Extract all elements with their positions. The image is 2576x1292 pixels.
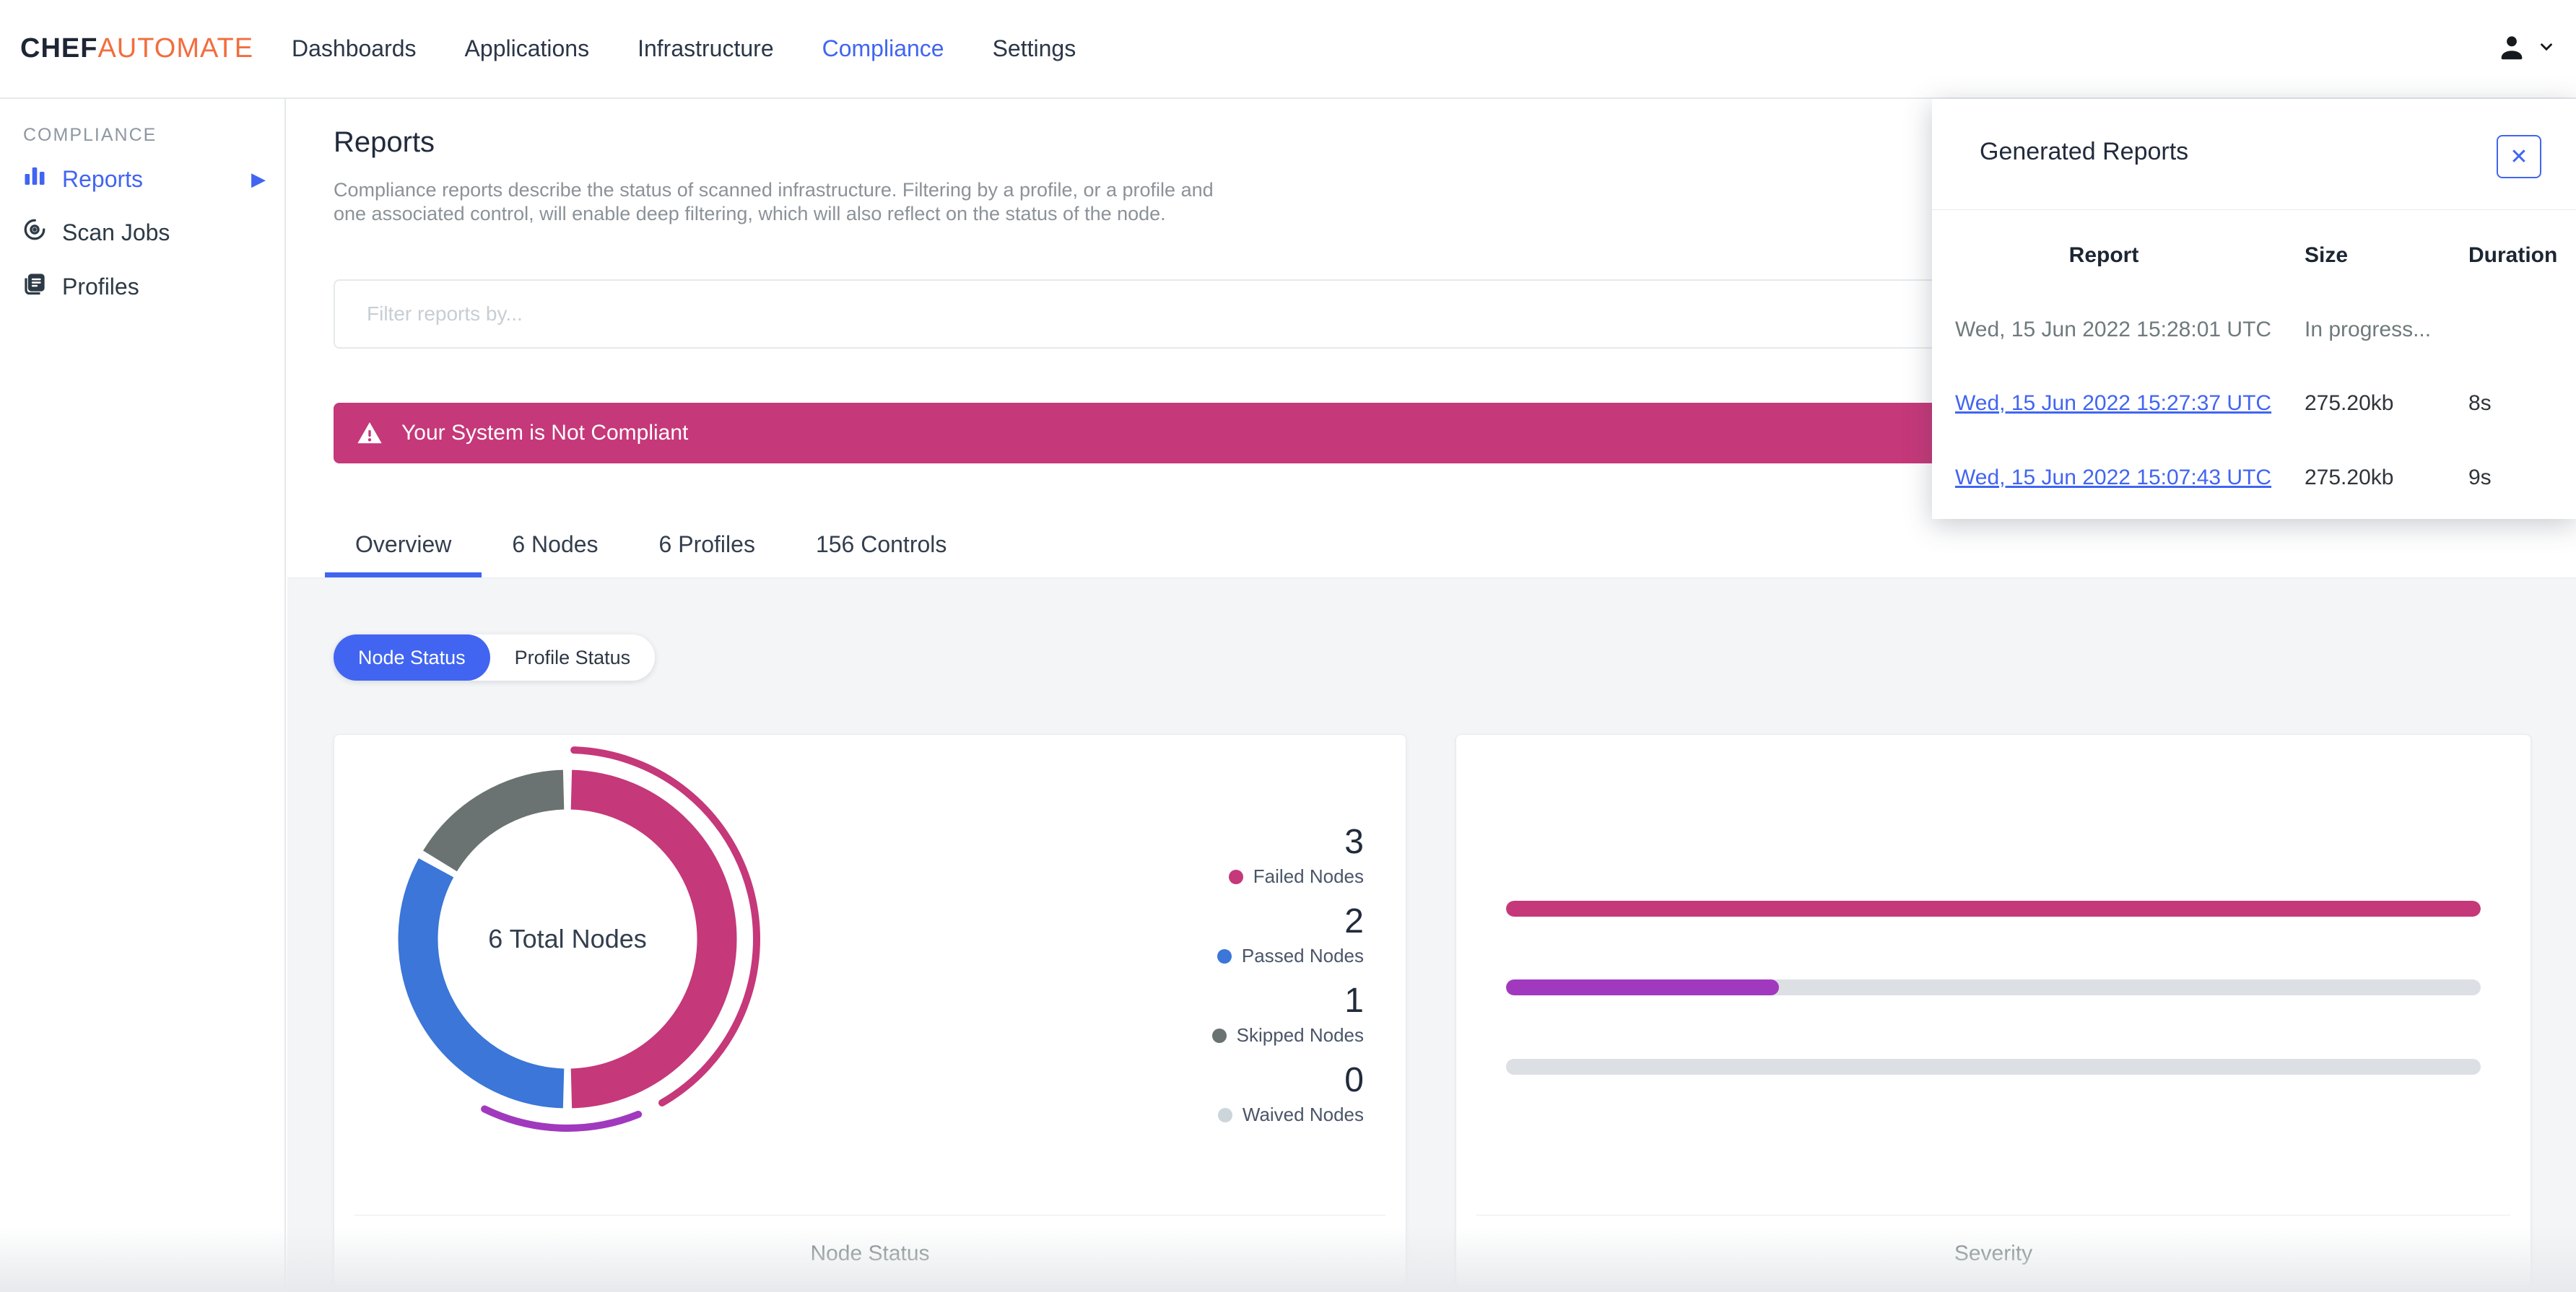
node-status-card: 6 Total Nodes 3 Failed Nodes 2 Passed No…: [334, 734, 1406, 1286]
report-size: 275.20kb: [2305, 466, 2394, 489]
tab-controls[interactable]: 156 Controls: [786, 511, 977, 577]
waived-count: 0: [1344, 1061, 1364, 1099]
tab-overview[interactable]: Overview: [325, 511, 482, 577]
legend-failed: 3 Failed Nodes: [1228, 823, 1364, 888]
sidebar-item-scan-jobs[interactable]: Scan Jobs: [0, 207, 284, 258]
donut-center-label: 6 Total Nodes: [488, 924, 647, 953]
severity-caption: Severity: [1954, 1241, 2033, 1265]
chevron-down-icon: [2537, 38, 2556, 60]
top-nav: Dashboards Applications Infrastructure C…: [292, 0, 1076, 97]
report-size: 275.20kb: [2305, 391, 2394, 415]
report-size: In progress...: [2305, 318, 2432, 341]
column-header-report: Report: [2068, 243, 2139, 267]
page-description: Compliance reports describe the status o…: [334, 179, 1214, 224]
top-header: CHEF AUTOMATE Dashboards Applications Inf…: [0, 0, 2576, 99]
skipped-legend-dot: [1211, 1028, 1227, 1043]
report-duration: 9s: [2468, 466, 2492, 489]
person-icon: [2495, 30, 2528, 67]
report-download-link[interactable]: Wed, 15 Jun 2022 15:27:37 UTC: [1955, 391, 2271, 416]
panel-title: Generated Reports: [1980, 138, 2189, 165]
node-status-toggle[interactable]: Node Status: [334, 634, 490, 681]
passed-label: Passed Nodes: [1241, 945, 1364, 966]
severity-bar: [1506, 901, 2481, 917]
report-download-link[interactable]: Wed, 15 Jun 2022 15:07:43 UTC: [1955, 466, 2271, 490]
waived-label: Waived Nodes: [1242, 1104, 1364, 1125]
profile-status-toggle[interactable]: Profile Status: [490, 634, 656, 681]
nav-compliance[interactable]: Compliance: [822, 35, 944, 62]
logo-chef: CHEF: [20, 33, 98, 64]
nav-settings[interactable]: Settings: [993, 35, 1076, 62]
skipped-count: 1: [1344, 982, 1364, 1020]
arrow-right-icon: ▶: [251, 167, 266, 190]
overview-section: Node Status Profile Status 6 Total Nodes…: [287, 578, 2576, 1292]
failed-count: 3: [1344, 823, 1364, 861]
logo-automate: AUTOMATE: [97, 33, 254, 64]
sidebar-item-reports[interactable]: Reports ▶: [0, 154, 284, 204]
close-icon[interactable]: ✕: [2497, 135, 2541, 178]
column-header-duration: Duration: [2468, 243, 2558, 267]
nav-dashboards[interactable]: Dashboards: [292, 35, 417, 62]
nav-infrastructure[interactable]: Infrastructure: [638, 35, 774, 62]
legend-passed: 2 Passed Nodes: [1217, 903, 1364, 967]
failed-label: Failed Nodes: [1253, 865, 1364, 887]
page-title: Reports: [334, 126, 435, 158]
legend-skipped: 1 Skipped Nodes: [1211, 982, 1364, 1047]
compliance-sidebar: COMPLIANCE Reports ▶ Scan Jobs Profiles: [0, 99, 286, 1292]
bar-chart-icon: [22, 163, 48, 195]
tab-nodes[interactable]: 6 Nodes: [482, 511, 628, 577]
severity-bar: [1506, 1059, 2481, 1075]
tab-profiles[interactable]: 6 Profiles: [629, 511, 786, 577]
status-toggle: Node Status Profile Status: [334, 634, 656, 681]
column-header-size: Size: [2305, 243, 2349, 267]
chef-automate-logo[interactable]: CHEF AUTOMATE: [20, 0, 253, 97]
legend-waived: 0 Waived Nodes: [1217, 1061, 1364, 1126]
report-duration: 8s: [2468, 391, 2492, 415]
warning-icon: [355, 419, 384, 448]
nav-applications[interactable]: Applications: [465, 35, 590, 62]
sidebar-item-profiles[interactable]: Profiles: [0, 261, 284, 312]
sidebar-item-label: Scan Jobs: [62, 219, 170, 245]
report-date: Wed, 15 Jun 2022 15:28:01 UTC: [1955, 318, 2272, 341]
generated-reports-panel: Generated Reports ✕ Report Size Duration…: [1932, 99, 2576, 519]
documents-icon: [22, 271, 48, 302]
passed-count: 2: [1344, 902, 1364, 940]
waived-legend-dot: [1217, 1107, 1232, 1122]
failed-legend-dot: [1228, 869, 1243, 884]
report-tabs: Overview 6 Nodes 6 Profiles 156 Controls: [325, 511, 977, 577]
severity-card: Severity: [1455, 734, 2531, 1286]
node-status-caption: Node Status: [810, 1241, 930, 1265]
banner-text: Your System is Not Compliant: [401, 421, 689, 445]
severity-bar: [1506, 979, 2481, 995]
radar-icon: [22, 217, 48, 248]
sidebar-section-label: COMPLIANCE: [23, 125, 157, 145]
skipped-label: Skipped Nodes: [1236, 1024, 1364, 1046]
user-menu[interactable]: [2485, 0, 2566, 97]
panel-divider: [1932, 209, 2576, 210]
sidebar-item-label: Reports: [62, 165, 144, 192]
passed-legend-dot: [1217, 948, 1232, 964]
sidebar-item-label: Profiles: [62, 273, 139, 300]
